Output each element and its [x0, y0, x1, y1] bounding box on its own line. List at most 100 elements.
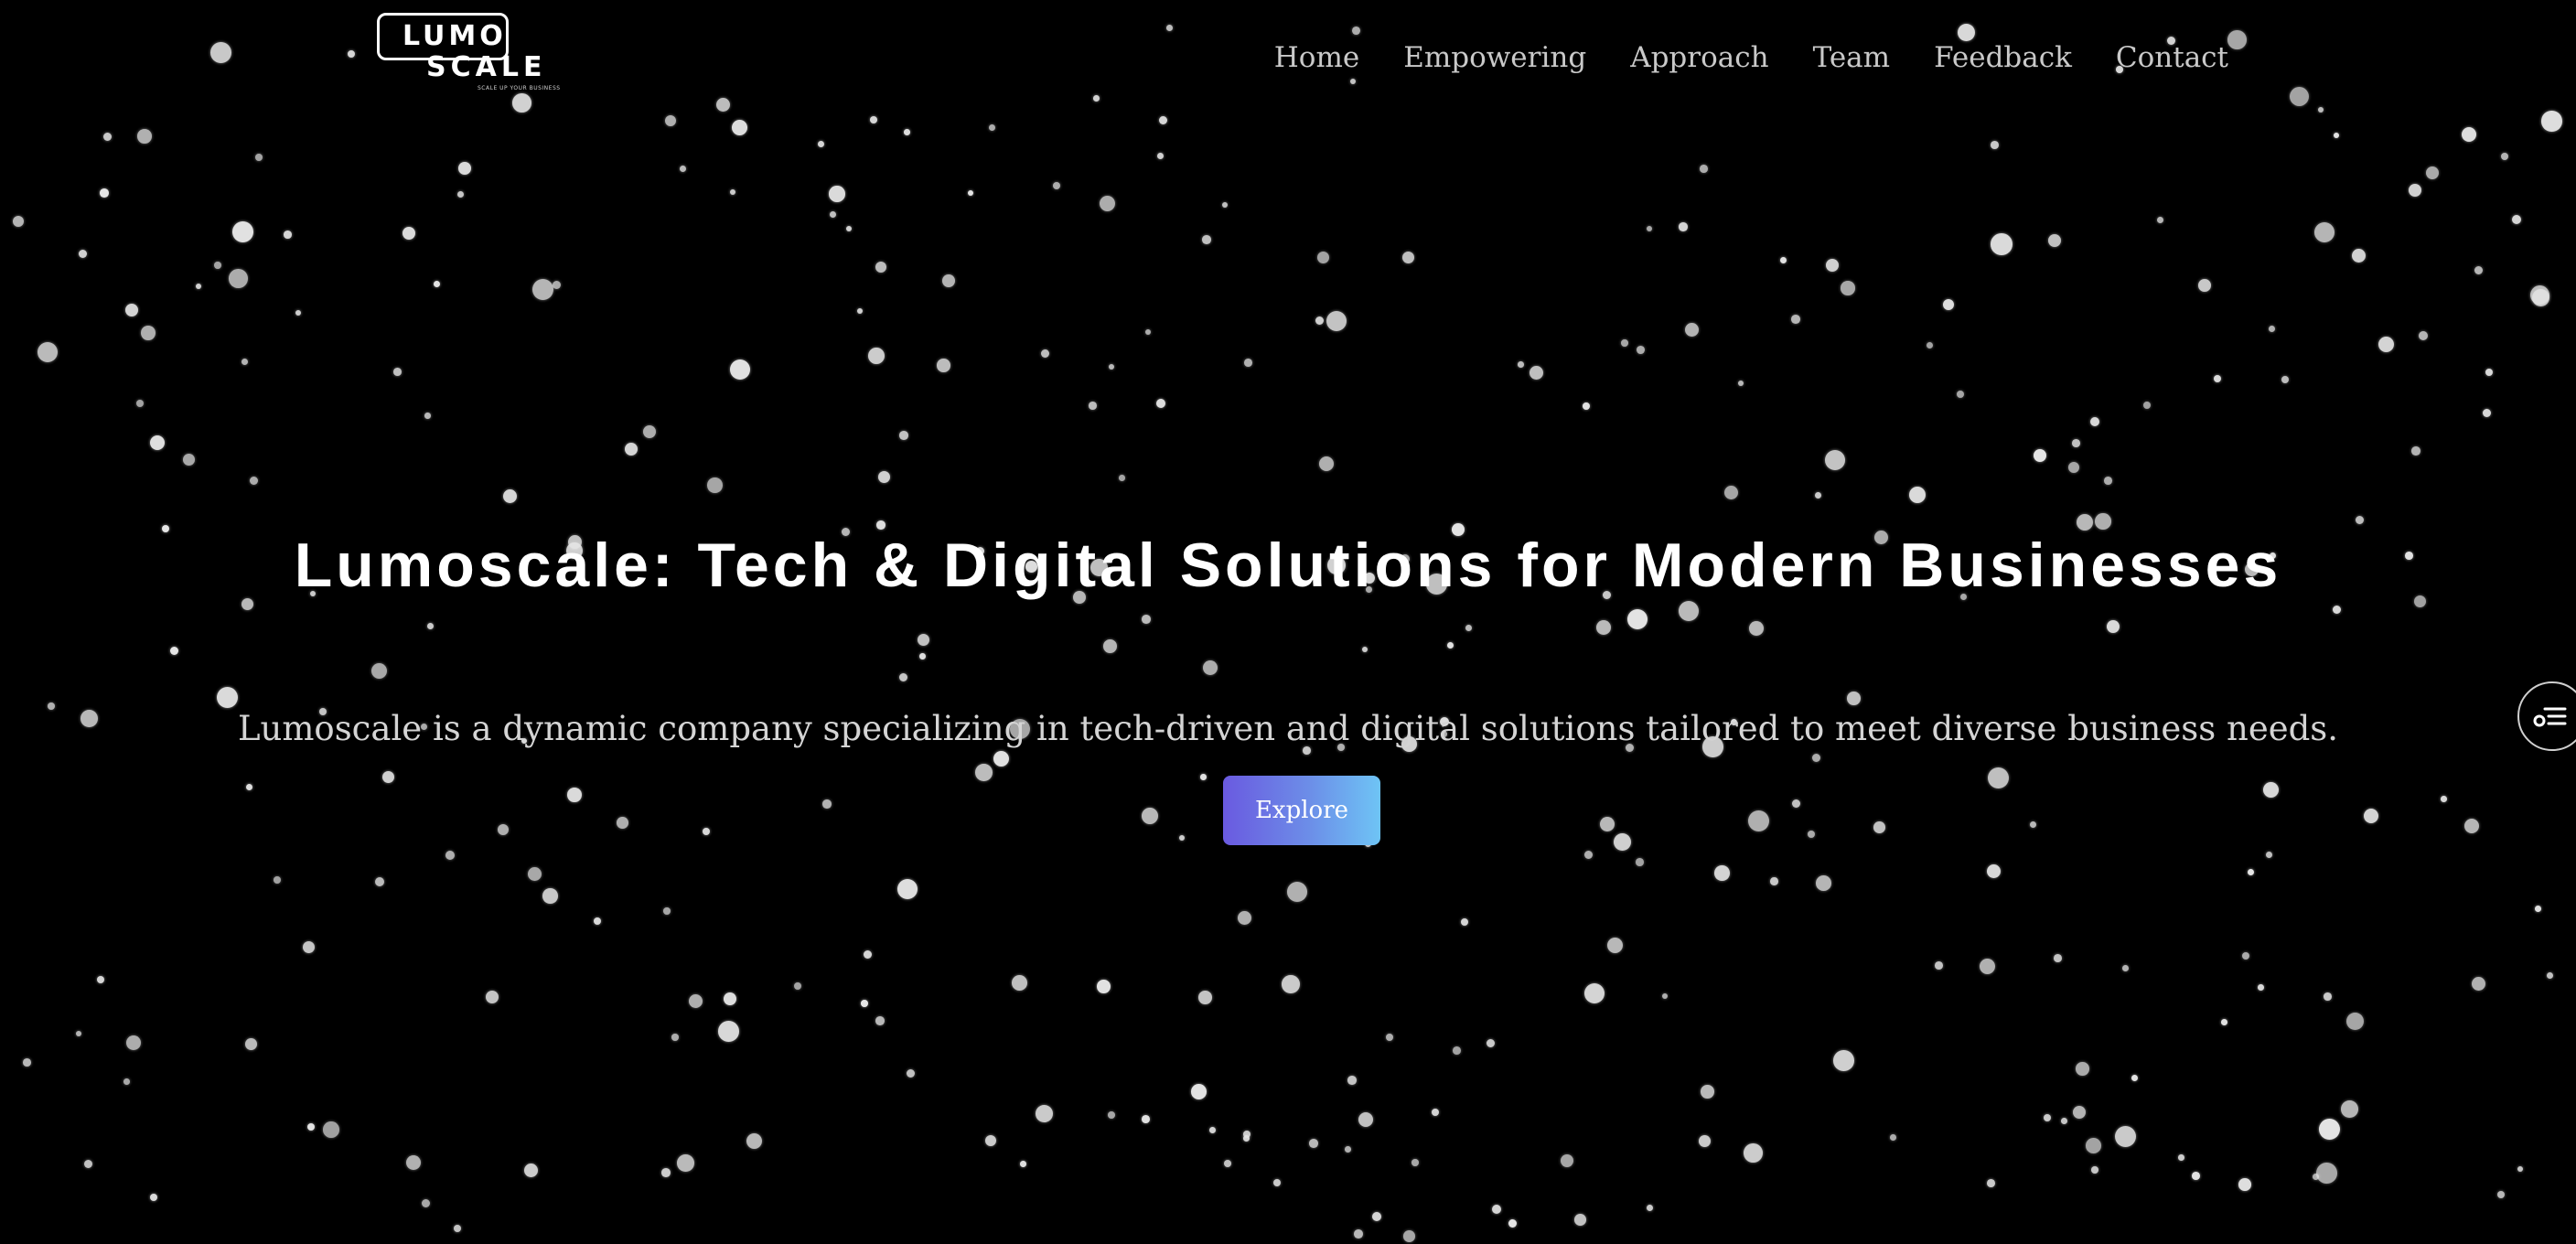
particle-dot [136, 400, 145, 408]
particle-dot [406, 1155, 421, 1170]
particle-dot [2419, 331, 2428, 340]
particle-dot [846, 226, 853, 232]
particle-dot [1744, 1143, 1763, 1163]
particle-dot [1714, 865, 1730, 881]
particle-dot [1103, 639, 1117, 653]
particle-dot [643, 425, 657, 439]
particle-dot [1142, 808, 1158, 824]
particle-dot [196, 284, 202, 290]
brand-logo[interactable]: LUMO SCALE SCALE UP YOUR BUSINESS [377, 13, 560, 95]
particle-dot [680, 166, 687, 173]
nav-link-approach[interactable]: Approach [1630, 37, 1768, 79]
particle-dot [284, 231, 292, 239]
particle-dot [1447, 642, 1454, 649]
particle-dot [724, 992, 736, 1005]
particle-dot [2426, 166, 2440, 180]
particle-dot [307, 1123, 316, 1131]
particle-dot [2501, 153, 2509, 161]
particle-dot [2054, 954, 2062, 962]
particle-dot [1596, 620, 1611, 635]
particle-dot [2290, 87, 2310, 107]
explore-button[interactable]: Explore [1223, 776, 1380, 845]
particle-dot [1780, 257, 1787, 263]
particle-dot [2068, 462, 2080, 474]
particle-dot [1724, 486, 1739, 500]
nav-link-contact[interactable]: Contact [2116, 37, 2228, 79]
particle-dot [868, 348, 885, 364]
particle-dot [907, 1069, 916, 1078]
particle-dot [2115, 1126, 2137, 1148]
particle-dot [2530, 285, 2550, 306]
particle-dot [716, 98, 731, 113]
particle-dot [2269, 326, 2276, 333]
particle-dot [2242, 952, 2249, 960]
particle-dot [498, 824, 510, 836]
particle-dot [1282, 975, 1300, 993]
particle-dot [1791, 315, 1800, 324]
particle-dot [1142, 615, 1151, 624]
particle-dot [503, 489, 518, 504]
particle-dot [1465, 625, 1473, 632]
particle-dot [919, 653, 926, 660]
particle-dot [875, 262, 887, 273]
particle-dot [542, 888, 558, 904]
particle-dot [2238, 1178, 2251, 1191]
particle-dot [703, 828, 710, 835]
particle-dot [1145, 329, 1152, 336]
particle-dot [2072, 439, 2080, 447]
particle-dot [2319, 1119, 2340, 1140]
particle-dot [1927, 342, 1934, 349]
particle-dot [170, 647, 179, 656]
particle-dot [617, 817, 628, 829]
particle-dot [1816, 875, 1831, 891]
particle-dot [1770, 877, 1778, 885]
particle-dot [1825, 450, 1845, 470]
particle-dot [1987, 1179, 1995, 1187]
nav-link-team[interactable]: Team [1813, 37, 1891, 79]
particle-dot [1326, 311, 1347, 332]
particle-dot [2483, 409, 2491, 417]
particle-dot [255, 154, 263, 161]
particle-dot [274, 876, 281, 884]
particle-dot [1584, 851, 1594, 860]
particle-dot [689, 994, 703, 1009]
particle-dot [1191, 1084, 1207, 1099]
particle-dot [2157, 217, 2164, 224]
particle-dot [38, 342, 58, 362]
particle-dot [2318, 107, 2324, 113]
particle-dot [1508, 1219, 1518, 1228]
particle-dot [250, 477, 259, 486]
particle-dot [2192, 1172, 2200, 1180]
particle-dot [730, 189, 736, 196]
particle-dot [1584, 983, 1605, 1004]
particle-dot [975, 764, 993, 781]
particle-dot [1142, 1115, 1150, 1123]
particle-dot [2464, 819, 2480, 834]
particle-dot [899, 673, 908, 682]
particle-dot [210, 42, 231, 63]
particle-dot [2547, 972, 2554, 980]
particle-dot [1561, 1154, 1574, 1168]
particle-dot [1700, 165, 1708, 173]
particle-dot [1350, 79, 1357, 85]
particle-dot [1792, 799, 1801, 809]
particle-dot [1238, 911, 1252, 926]
particle-dot [625, 443, 638, 456]
particle-dot [454, 1225, 462, 1233]
nav-link-empowering[interactable]: Empowering [1403, 37, 1586, 79]
particle-dot [2030, 821, 2037, 829]
nav-link-home[interactable]: Home [1274, 37, 1359, 79]
particle-dot [794, 982, 801, 990]
particle-dot [1386, 1034, 1393, 1041]
nav-link-feedback[interactable]: Feedback [1934, 37, 2072, 79]
particle-dot [1012, 975, 1027, 991]
particle-dot [2441, 796, 2447, 802]
particle-dot [2324, 992, 2332, 1001]
particle-dot [904, 129, 910, 135]
particle-dot [553, 281, 562, 290]
particle-dot [989, 124, 996, 132]
particle-dot [1020, 1161, 1026, 1167]
particle-dot [1909, 487, 1927, 504]
particle-dot [2485, 369, 2494, 377]
particle-dot [1372, 1212, 1381, 1221]
